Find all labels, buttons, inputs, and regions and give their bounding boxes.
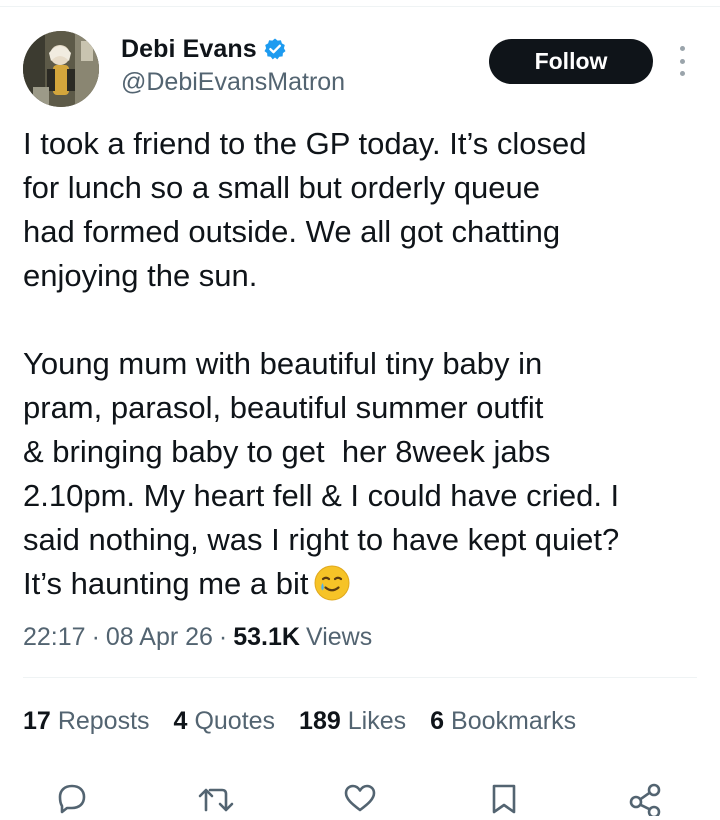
reply-icon[interactable] bbox=[52, 780, 92, 820]
author-handle[interactable]: @DebiEvansMatron bbox=[121, 68, 345, 97]
bookmark-icon[interactable] bbox=[484, 780, 524, 820]
follow-button[interactable]: Follow bbox=[489, 39, 653, 84]
more-dot bbox=[679, 46, 685, 51]
like-icon[interactable] bbox=[340, 780, 380, 820]
stat-quotes[interactable]: 4 Quotes bbox=[174, 707, 276, 736]
stat-count: 189 bbox=[299, 706, 341, 735]
stat-label: Bookmarks bbox=[451, 706, 577, 735]
tweet-meta: 22:17 · 08 Apr 26 · 53.1K Views bbox=[23, 619, 372, 655]
stat-label: Quotes bbox=[194, 706, 276, 735]
tweet-time[interactable]: 22:17 bbox=[23, 623, 86, 652]
stat-reposts[interactable]: 17 Reposts bbox=[23, 707, 150, 736]
meta-separator: · bbox=[91, 622, 100, 651]
stat-bookmarks[interactable]: 6 Bookmarks bbox=[430, 707, 576, 736]
avatar[interactable] bbox=[23, 31, 99, 107]
more-dot bbox=[679, 71, 685, 76]
more-options-icon[interactable] bbox=[672, 46, 692, 76]
views-label: Views bbox=[305, 622, 373, 651]
views-count: 53.1K bbox=[233, 622, 300, 651]
action-bar bbox=[0, 780, 720, 820]
stat-count: 17 bbox=[23, 706, 51, 735]
engagement-stats: 17 Reposts 4 Quotes 189 Likes 6 Bookmark… bbox=[23, 703, 600, 739]
stat-count: 4 bbox=[173, 706, 188, 735]
stat-label: Likes bbox=[347, 706, 407, 735]
tweet-paragraph-2: Young mum with beautiful tiny baby in pr… bbox=[23, 346, 620, 601]
share-icon[interactable] bbox=[626, 780, 666, 820]
stat-count: 6 bbox=[430, 706, 445, 735]
author-display-name[interactable]: Debi Evans bbox=[121, 35, 257, 64]
stat-likes[interactable]: 189 Likes bbox=[299, 707, 406, 736]
more-dot bbox=[679, 58, 685, 64]
tweet-paragraph-1: I took a friend to the GP today. It’s cl… bbox=[23, 126, 587, 293]
top-divider bbox=[0, 6, 720, 7]
smiling-face-with-tear-icon bbox=[313, 564, 351, 602]
author-name-row: Debi Evans bbox=[121, 34, 287, 64]
tweet-text: I took a friend to the GP today. It’s cl… bbox=[23, 122, 713, 606]
tweet-date[interactable]: 08 Apr 26 bbox=[106, 623, 213, 652]
meta-separator: · bbox=[218, 622, 228, 651]
stat-label: Reposts bbox=[57, 706, 150, 735]
repost-icon[interactable] bbox=[196, 780, 236, 820]
verified-badge-icon bbox=[263, 37, 287, 61]
stats-divider bbox=[23, 677, 697, 678]
avatar-image bbox=[23, 31, 99, 107]
